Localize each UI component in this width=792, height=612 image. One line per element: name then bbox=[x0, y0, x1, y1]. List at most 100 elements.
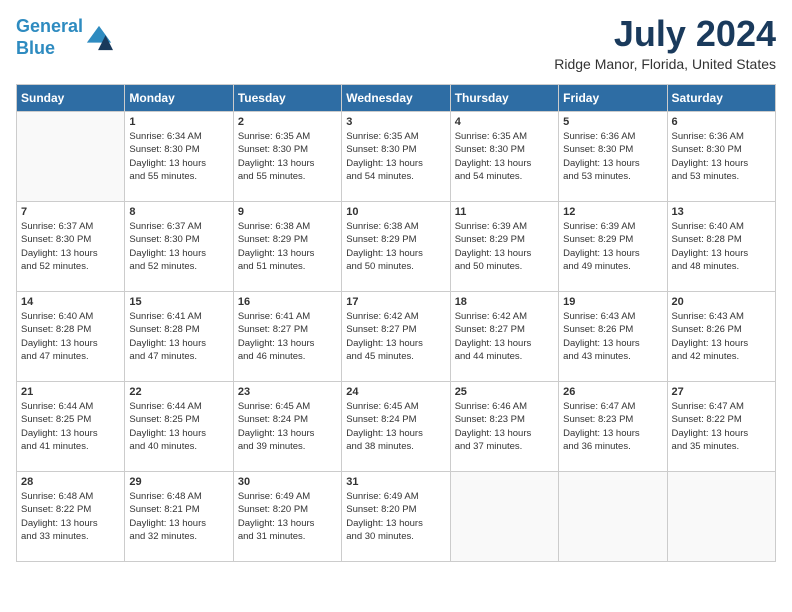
day-number: 12 bbox=[563, 206, 662, 218]
calendar-cell: 21 Sunrise: 6:44 AMSunset: 8:25 PMDayligh… bbox=[17, 382, 125, 472]
location-subtitle: Ridge Manor, Florida, United States bbox=[554, 56, 776, 72]
day-number: 5 bbox=[563, 116, 662, 128]
day-number: 6 bbox=[672, 116, 771, 128]
day-number: 20 bbox=[672, 296, 771, 308]
calendar-cell: 23 Sunrise: 6:45 AMSunset: 8:24 PMDayligh… bbox=[233, 382, 341, 472]
calendar-cell: 11 Sunrise: 6:39 AMSunset: 8:29 PMDayligh… bbox=[450, 202, 558, 292]
calendar-cell bbox=[17, 112, 125, 202]
calendar-week-3: 14Sunrise: 6:40 AMSunset: 8:28 PMDayligh… bbox=[17, 292, 776, 382]
calendar-cell bbox=[559, 472, 667, 562]
header-thursday: Thursday bbox=[450, 85, 558, 112]
calendar-cell: 2 Sunrise: 6:35 AMSunset: 8:30 PMDaylight… bbox=[233, 112, 341, 202]
day-info: Sunrise: 6:44 AMSunset: 8:25 PMDaylight:… bbox=[21, 400, 120, 453]
day-number: 11 bbox=[455, 206, 554, 218]
day-info: Sunrise: 6:48 AMSunset: 8:22 PMDaylight:… bbox=[21, 490, 120, 543]
calendar-cell: 30Sunrise: 6:49 AMSunset: 8:20 PMDayligh… bbox=[233, 472, 341, 562]
calendar-cell: 29 Sunrise: 6:48 AMSunset: 8:21 PMDayligh… bbox=[125, 472, 233, 562]
calendar-cell: 20 Sunrise: 6:43 AMSunset: 8:26 PMDayligh… bbox=[667, 292, 775, 382]
day-info: Sunrise: 6:44 AMSunset: 8:25 PMDaylight:… bbox=[129, 400, 228, 453]
calendar-cell: 24 Sunrise: 6:45 AMSunset: 8:24 PMDayligh… bbox=[342, 382, 450, 472]
day-info: Sunrise: 6:40 AMSunset: 8:28 PMDaylight:… bbox=[672, 220, 771, 273]
calendar-week-5: 28 Sunrise: 6:48 AMSunset: 8:22 PMDayligh… bbox=[17, 472, 776, 562]
day-number: 19 bbox=[563, 296, 662, 308]
header-friday: Friday bbox=[559, 85, 667, 112]
day-number: 27 bbox=[672, 386, 771, 398]
day-number: 8 bbox=[129, 206, 228, 218]
day-number: 22 bbox=[129, 386, 228, 398]
day-number: 10 bbox=[346, 206, 445, 218]
calendar-cell: 17 Sunrise: 6:42 AMSunset: 8:27 PMDayligh… bbox=[342, 292, 450, 382]
day-number: 7 bbox=[21, 206, 120, 218]
calendar-table: SundayMondayTuesdayWednesdayThursdayFrid… bbox=[16, 84, 776, 562]
day-info: Sunrise: 6:41 AMSunset: 8:28 PMDaylight:… bbox=[129, 310, 228, 363]
day-info: Sunrise: 6:43 AMSunset: 8:26 PMDaylight:… bbox=[672, 310, 771, 363]
calendar-cell: 13 Sunrise: 6:40 AMSunset: 8:28 PMDayligh… bbox=[667, 202, 775, 292]
calendar-cell: 15Sunrise: 6:41 AMSunset: 8:28 PMDayligh… bbox=[125, 292, 233, 382]
title-section: July 2024 Ridge Manor, Florida, United S… bbox=[554, 16, 776, 72]
header-tuesday: Tuesday bbox=[233, 85, 341, 112]
header-monday: Monday bbox=[125, 85, 233, 112]
day-number: 30 bbox=[238, 476, 337, 488]
day-number: 29 bbox=[129, 476, 228, 488]
calendar-cell: 5 Sunrise: 6:36 AMSunset: 8:30 PMDaylight… bbox=[559, 112, 667, 202]
calendar-cell: 19 Sunrise: 6:43 AMSunset: 8:26 PMDayligh… bbox=[559, 292, 667, 382]
calendar-cell: 1Sunrise: 6:34 AMSunset: 8:30 PMDaylight… bbox=[125, 112, 233, 202]
day-number: 13 bbox=[672, 206, 771, 218]
day-number: 24 bbox=[346, 386, 445, 398]
day-number: 25 bbox=[455, 386, 554, 398]
calendar-cell: 31 Sunrise: 6:49 AMSunset: 8:20 PMDayligh… bbox=[342, 472, 450, 562]
day-number: 28 bbox=[21, 476, 120, 488]
logo: General Blue bbox=[16, 16, 113, 59]
day-info: Sunrise: 6:42 AMSunset: 8:27 PMDaylight:… bbox=[455, 310, 554, 363]
logo-icon bbox=[85, 24, 113, 52]
day-number: 3 bbox=[346, 116, 445, 128]
calendar-cell: 10 Sunrise: 6:38 AMSunset: 8:29 PMDayligh… bbox=[342, 202, 450, 292]
calendar-cell: 14Sunrise: 6:40 AMSunset: 8:28 PMDayligh… bbox=[17, 292, 125, 382]
calendar-week-4: 21 Sunrise: 6:44 AMSunset: 8:25 PMDayligh… bbox=[17, 382, 776, 472]
calendar-cell: 22 Sunrise: 6:44 AMSunset: 8:25 PMDayligh… bbox=[125, 382, 233, 472]
day-number: 26 bbox=[563, 386, 662, 398]
day-number: 14 bbox=[21, 296, 120, 308]
day-info: Sunrise: 6:38 AMSunset: 8:29 PMDaylight:… bbox=[346, 220, 445, 273]
header-wednesday: Wednesday bbox=[342, 85, 450, 112]
calendar-cell: 6 Sunrise: 6:36 AMSunset: 8:30 PMDaylight… bbox=[667, 112, 775, 202]
day-info: Sunrise: 6:42 AMSunset: 8:27 PMDaylight:… bbox=[346, 310, 445, 363]
day-info: Sunrise: 6:49 AMSunset: 8:20 PMDaylight:… bbox=[346, 490, 445, 543]
calendar-header-row: SundayMondayTuesdayWednesdayThursdayFrid… bbox=[17, 85, 776, 112]
calendar-cell bbox=[667, 472, 775, 562]
day-info: Sunrise: 6:48 AMSunset: 8:21 PMDaylight:… bbox=[129, 490, 228, 543]
day-info: Sunrise: 6:35 AMSunset: 8:30 PMDaylight:… bbox=[238, 130, 337, 183]
day-info: Sunrise: 6:35 AMSunset: 8:30 PMDaylight:… bbox=[455, 130, 554, 183]
day-info: Sunrise: 6:47 AMSunset: 8:22 PMDaylight:… bbox=[672, 400, 771, 453]
calendar-cell: 8 Sunrise: 6:37 AMSunset: 8:30 PMDaylight… bbox=[125, 202, 233, 292]
day-number: 21 bbox=[21, 386, 120, 398]
header-sunday: Sunday bbox=[17, 85, 125, 112]
calendar-cell: 16 Sunrise: 6:41 AMSunset: 8:27 PMDayligh… bbox=[233, 292, 341, 382]
calendar-cell: 18Sunrise: 6:42 AMSunset: 8:27 PMDayligh… bbox=[450, 292, 558, 382]
day-info: Sunrise: 6:36 AMSunset: 8:30 PMDaylight:… bbox=[672, 130, 771, 183]
day-number: 17 bbox=[346, 296, 445, 308]
day-info: Sunrise: 6:37 AMSunset: 8:30 PMDaylight:… bbox=[21, 220, 120, 273]
day-info: Sunrise: 6:45 AMSunset: 8:24 PMDaylight:… bbox=[346, 400, 445, 453]
day-number: 23 bbox=[238, 386, 337, 398]
day-info: Sunrise: 6:41 AMSunset: 8:27 PMDaylight:… bbox=[238, 310, 337, 363]
calendar-cell bbox=[450, 472, 558, 562]
day-info: Sunrise: 6:43 AMSunset: 8:26 PMDaylight:… bbox=[563, 310, 662, 363]
day-info: Sunrise: 6:45 AMSunset: 8:24 PMDaylight:… bbox=[238, 400, 337, 453]
calendar-cell: 12Sunrise: 6:39 AMSunset: 8:29 PMDayligh… bbox=[559, 202, 667, 292]
day-info: Sunrise: 6:46 AMSunset: 8:23 PMDaylight:… bbox=[455, 400, 554, 453]
calendar-cell: 28 Sunrise: 6:48 AMSunset: 8:22 PMDayligh… bbox=[17, 472, 125, 562]
day-number: 2 bbox=[238, 116, 337, 128]
month-year-title: July 2024 bbox=[554, 16, 776, 52]
day-info: Sunrise: 6:36 AMSunset: 8:30 PMDaylight:… bbox=[563, 130, 662, 183]
calendar-cell: 25 Sunrise: 6:46 AMSunset: 8:23 PMDayligh… bbox=[450, 382, 558, 472]
header-saturday: Saturday bbox=[667, 85, 775, 112]
day-number: 16 bbox=[238, 296, 337, 308]
day-info: Sunrise: 6:39 AMSunset: 8:29 PMDaylight:… bbox=[455, 220, 554, 273]
day-info: Sunrise: 6:38 AMSunset: 8:29 PMDaylight:… bbox=[238, 220, 337, 273]
day-number: 31 bbox=[346, 476, 445, 488]
day-number: 4 bbox=[455, 116, 554, 128]
calendar-cell: 4 Sunrise: 6:35 AMSunset: 8:30 PMDaylight… bbox=[450, 112, 558, 202]
day-info: Sunrise: 6:37 AMSunset: 8:30 PMDaylight:… bbox=[129, 220, 228, 273]
day-number: 1 bbox=[129, 116, 228, 128]
